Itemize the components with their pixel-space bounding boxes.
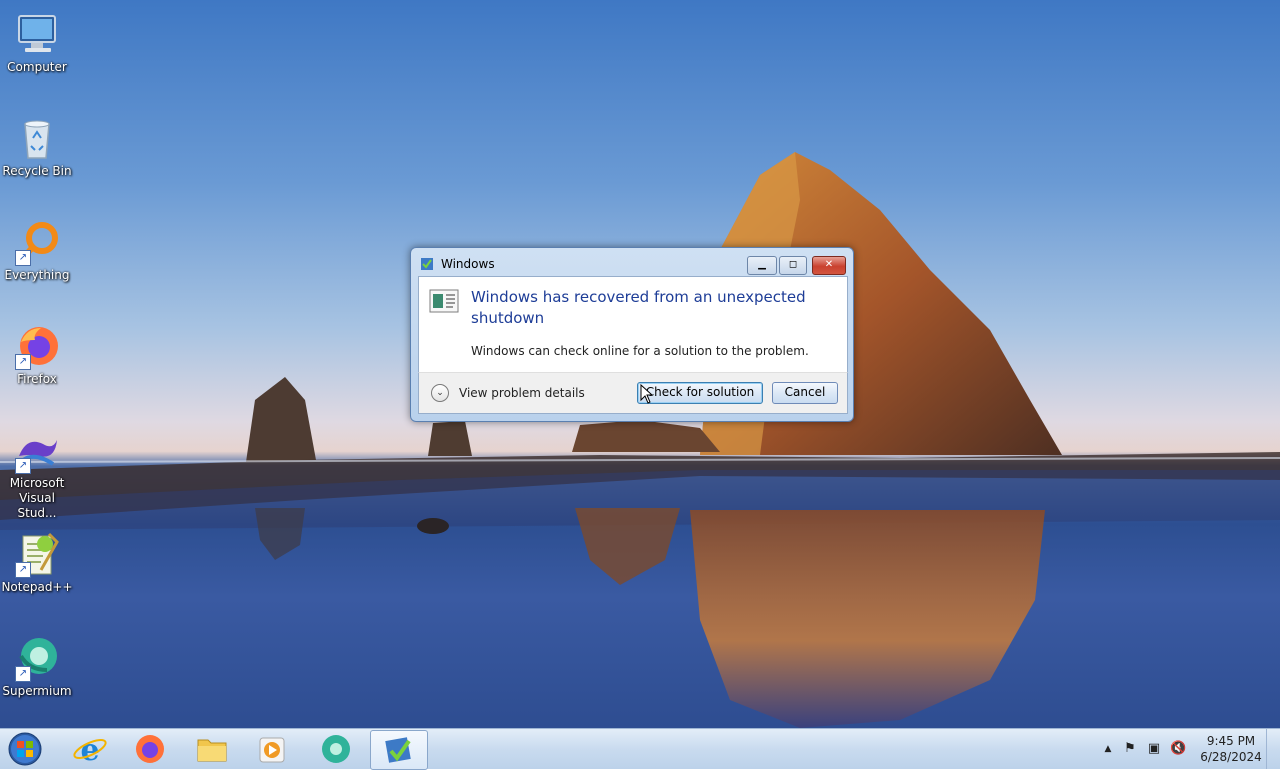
dialog-headline: Windows has recovered from an unexpected… <box>471 288 806 327</box>
desktop: Computer Recycle Bin ↗ Everything ↗ Fire… <box>0 0 1280 728</box>
close-button[interactable]: ✕ <box>812 256 846 275</box>
everything-search-icon: ↗ <box>13 218 61 266</box>
windows-logo-icon <box>8 732 42 766</box>
check-for-solution-button[interactable]: Check for solution <box>637 382 763 404</box>
shortcut-arrow-icon: ↗ <box>15 666 31 682</box>
desktop-icon-firefox[interactable]: ↗ Firefox <box>0 316 74 387</box>
visual-studio-icon: ↗ <box>13 426 61 474</box>
desktop-icon-label: Microsoft Visual Stud... <box>9 476 65 520</box>
desktop-icon-label: Everything <box>4 268 70 282</box>
maximize-button[interactable]: ◻ <box>779 256 807 275</box>
dialog-title: Windows <box>441 257 495 271</box>
supermium-icon: ↗ <box>13 634 61 682</box>
internet-explorer-icon: e <box>73 733 107 768</box>
desktop-icon-label: Supermium <box>2 684 72 698</box>
dialog-footer: ⌄ View problem details Check for solutio… <box>418 372 848 414</box>
notepad-plus-plus-icon: ↗ <box>13 530 61 578</box>
show-hidden-icons-chevron-icon[interactable]: ▲ <box>1100 741 1116 757</box>
dialog-titlebar[interactable]: Windows ▁ ◻ ✕ <box>411 248 853 276</box>
desktop-icon-label: Notepad++ <box>1 580 73 594</box>
action-center-flag-icon[interactable]: ⚑ <box>1122 741 1138 757</box>
desktop-icon-label: Firefox <box>17 372 57 386</box>
problem-reporting-icon <box>421 258 433 270</box>
minimize-button[interactable]: ▁ <box>747 256 777 275</box>
file-explorer-icon <box>197 739 227 762</box>
cancel-button[interactable]: Cancel <box>772 382 838 404</box>
view-problem-details-label: View problem details <box>459 386 585 400</box>
taskbar-item-problem-reporting[interactable] <box>370 730 428 770</box>
event-log-icon <box>429 289 459 313</box>
clock-date: 6/28/2024 <box>1200 750 1262 764</box>
desktop-icon-supermium[interactable]: ↗ Supermium <box>0 628 74 699</box>
recycle-bin-icon <box>13 114 61 162</box>
media-player-icon <box>259 737 285 763</box>
clock-time: 9:45 PM <box>1206 734 1256 748</box>
desktop-icon-visual-studio[interactable]: ↗ Microsoft Visual Stud... <box>0 420 74 521</box>
show-desktop-button[interactable] <box>1266 729 1280 769</box>
start-button[interactable] <box>6 731 44 767</box>
firefox-icon: ↗ <box>13 322 61 370</box>
supermium-icon <box>322 735 350 763</box>
shortcut-arrow-icon: ↗ <box>15 250 31 266</box>
desktop-icon-computer[interactable]: Computer <box>0 4 74 75</box>
problem-reporting-icon <box>385 737 411 763</box>
desktop-icon-notepad-plus-plus[interactable]: ↗ Notepad++ <box>0 524 74 595</box>
taskbar-item-supermium[interactable] <box>308 730 364 768</box>
taskbar-item-firefox[interactable] <box>122 730 178 768</box>
desktop-icon-label: Computer <box>7 60 67 74</box>
network-icon[interactable]: ▣ <box>1146 741 1162 757</box>
recovery-dialog: Windows ▁ ◻ ✕ Windows has recovered from… <box>410 247 854 422</box>
dialog-content: Windows has recovered from an unexpected… <box>418 276 848 372</box>
volume-muted-icon[interactable]: 🔇 <box>1170 741 1186 757</box>
computer-icon <box>13 10 61 58</box>
dialog-message: Windows can check online for a solution … <box>471 344 809 358</box>
taskbar-item-media-player[interactable] <box>244 730 300 768</box>
shortcut-arrow-icon: ↗ <box>15 562 31 578</box>
taskbar-item-internet-explorer[interactable]: e <box>62 730 118 768</box>
chevron-down-icon: ⌄ <box>431 384 449 402</box>
taskbar: e ▲ ⚑ ▣ 🔇 9:45 PM 6/28/2024 <box>0 728 1280 770</box>
desktop-icon-everything[interactable]: ↗ Everything <box>0 212 74 283</box>
mouse-cursor-icon <box>640 384 654 404</box>
desktop-icon-recycle-bin[interactable]: Recycle Bin <box>0 108 74 179</box>
firefox-icon <box>136 735 164 763</box>
shortcut-arrow-icon: ↗ <box>15 354 31 370</box>
svg-text:e: e <box>80 733 99 768</box>
shortcut-arrow-icon: ↗ <box>15 458 31 474</box>
view-problem-details-toggle[interactable]: ⌄ View problem details <box>431 381 585 405</box>
clock[interactable]: 9:45 PM 6/28/2024 <box>1196 733 1266 765</box>
taskbar-item-file-explorer[interactable] <box>184 730 240 768</box>
desktop-icon-label: Recycle Bin <box>2 164 72 178</box>
